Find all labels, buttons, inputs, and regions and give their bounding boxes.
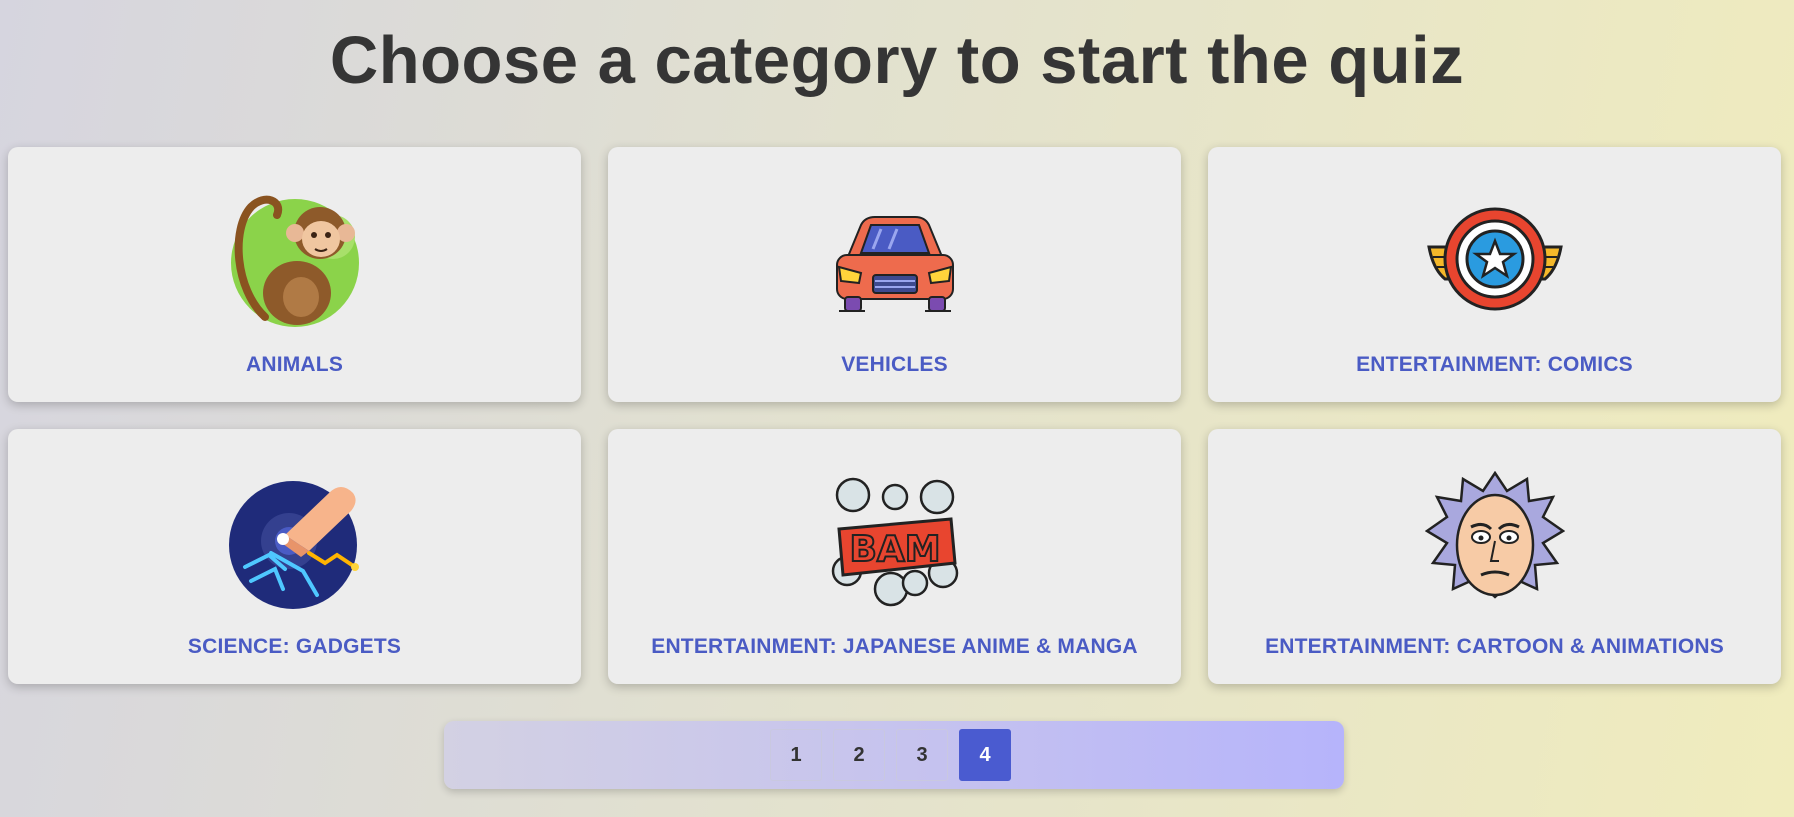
comic-badge-icon: [1426, 207, 1563, 311]
category-label: ENTERTAINMENT: CARTOON & ANIMATIONS: [1265, 635, 1724, 658]
category-label: ENTERTAINMENT: JAPANESE ANIME & MANGA: [651, 635, 1138, 658]
category-card-vehicles[interactable]: VEHICLES: [608, 147, 1181, 402]
category-card-anime[interactable]: BAM ENTERTAINMENT: JAPANESE ANIME & MANG…: [608, 429, 1181, 684]
category-grid: ANIMALS VEHICLES ENTERTAINMENT: COMICS S…: [8, 147, 1782, 684]
pagination-pages: 1 2 3 4: [770, 729, 1011, 781]
pagination-bar: 1 2 3 4: [444, 721, 1344, 789]
page-button-2[interactable]: 2: [833, 729, 885, 781]
page-title: Choose a category to start the quiz: [329, 23, 1465, 98]
car-icon: [835, 216, 954, 312]
category-label: ANIMALS: [245, 353, 344, 376]
cartoon-scientist-icon: [1424, 471, 1565, 599]
category-label: ENTERTAINMENT: COMICS: [1356, 353, 1633, 376]
svg-text:BAM: BAM: [849, 529, 940, 570]
category-card-gadgets[interactable]: SCIENCE: GADGETS: [8, 429, 581, 684]
category-label: VEHICLES: [841, 353, 948, 376]
page-button-4-active[interactable]: 4: [959, 729, 1011, 781]
category-card-comics[interactable]: ENTERTAINMENT: COMICS: [1208, 147, 1781, 402]
bam-burst-icon: BAM: [831, 477, 958, 607]
page-button-1[interactable]: 1: [770, 729, 822, 781]
monkey-icon: [230, 195, 359, 327]
category-card-cartoon[interactable]: ENTERTAINMENT: CARTOON & ANIMATIONS: [1208, 429, 1781, 684]
category-label: SCIENCE: GADGETS: [187, 635, 402, 658]
page-button-3[interactable]: 3: [896, 729, 948, 781]
category-card-animals[interactable]: ANIMALS: [8, 147, 581, 402]
touch-gadget-icon: [228, 481, 359, 609]
